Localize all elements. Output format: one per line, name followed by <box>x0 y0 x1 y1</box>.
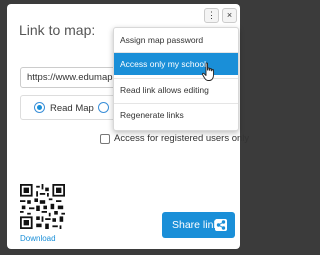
dialog-title: Link to map: <box>19 22 96 38</box>
menu-item-regenerate-links[interactable]: Regenerate links <box>114 104 238 126</box>
more-vertical-icon: ⋮ <box>207 10 216 20</box>
close-button[interactable]: × <box>222 8 237 23</box>
registered-only-label: Access for registered users only <box>114 133 250 144</box>
menu-item-read-link-editing[interactable]: Read link allows editing <box>114 79 238 101</box>
qr-code-image <box>20 184 65 229</box>
share-link-label: Share link <box>172 219 219 231</box>
menu-item-access-my-school[interactable]: Access only my school <box>114 53 238 75</box>
hand-pointer-icon <box>201 62 214 81</box>
download-qr-link[interactable]: Download <box>20 234 56 243</box>
read-map-label: Read Map <box>50 103 94 114</box>
options-dropdown-menu: Assign map password Access only my schoo… <box>113 27 239 131</box>
more-options-button[interactable]: ⋮ <box>204 8 219 23</box>
close-icon: × <box>226 10 233 20</box>
edit-map-radio[interactable] <box>98 102 109 113</box>
registered-only-checkbox[interactable] <box>100 134 110 144</box>
share-icon <box>215 219 227 231</box>
share-link-button[interactable]: Share link <box>162 212 235 238</box>
read-map-radio[interactable] <box>34 102 45 113</box>
menu-item-assign-password[interactable]: Assign map password <box>114 29 238 51</box>
